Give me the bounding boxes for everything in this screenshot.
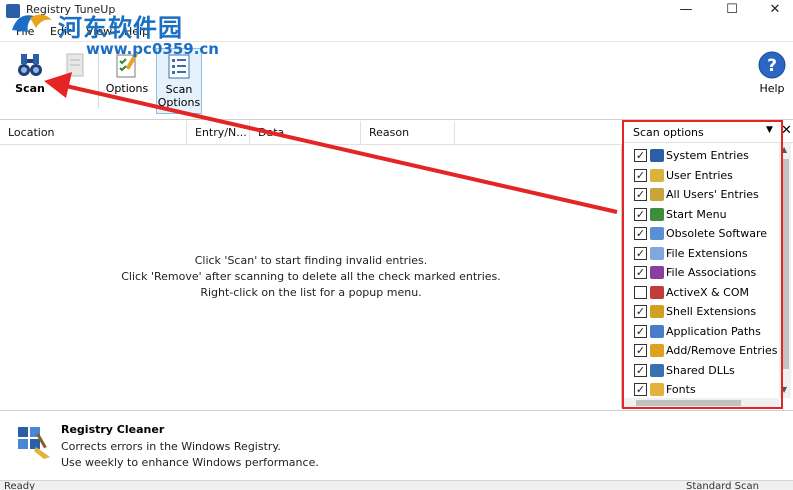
minimize-button[interactable]: — — [663, 0, 709, 22]
scan-option-label: ActiveX & COM — [666, 285, 749, 299]
svg-text:?: ? — [767, 56, 777, 76]
scan-option-label: Shell Extensions — [666, 305, 757, 318]
scan-option-row[interactable]: ✓ File Associations — [634, 264, 784, 282]
scan-option-row[interactable]: ✓ All Users' Entries — [634, 186, 784, 204]
scan-option-label: Application Paths — [666, 324, 761, 338]
hint-line-popup: Right-click on the list for a popup menu… — [200, 286, 422, 299]
scan-option-label: User Entries — [666, 168, 733, 182]
scan-option-label: File Extensions — [666, 246, 748, 260]
start-menu-icon — [650, 207, 664, 221]
scan-option-label: Add/Remove Entries — [666, 344, 778, 357]
scan-option-row[interactable]: ✓ User Entries — [634, 167, 784, 185]
scan-option-row[interactable]: ✓ Obsolete Software — [634, 225, 784, 243]
scan-option-row[interactable]: ✓ Add/Remove Entries — [634, 342, 784, 360]
dropdown-arrow-icon[interactable]: ▼ — [766, 125, 773, 135]
scan-option-checkbox[interactable]: ✓ — [634, 246, 647, 260]
scan-options-panel: Scan options ▼ ✕ ✓ System Entries ✓ User En… — [624, 121, 793, 408]
options-button-label: Options — [105, 82, 149, 95]
scan-option-checkbox[interactable]: ✓ — [634, 207, 647, 221]
scan-option-label: Fonts — [666, 383, 696, 396]
scan-option-row[interactable]: ✓ Application Paths — [634, 323, 784, 341]
column-location[interactable]: Location — [0, 121, 187, 145]
watermark-url: www.pc0359.cn — [86, 40, 219, 58]
scan-option-checkbox[interactable]: ✓ — [634, 266, 647, 279]
description-line-2: Use weekly to enhance Windows performanc… — [61, 456, 319, 469]
scan-option-label: Obsolete Software — [666, 227, 767, 240]
column-entry[interactable]: Entry/N... — [187, 121, 250, 145]
description-line-1: Corrects errors in the Windows Registry. — [61, 440, 281, 453]
fonts-icon — [650, 383, 664, 396]
scan-options-button-label: Scan Options — [157, 83, 201, 109]
results-list[interactable]: Location Entry/N... Data Reason Click 'S… — [0, 121, 622, 408]
scan-option-checkbox[interactable]: ✓ — [634, 363, 647, 377]
system-entries-icon — [650, 149, 664, 162]
scan-button[interactable]: Scan — [8, 48, 52, 114]
scan-option-checkbox[interactable]: ✓ — [634, 188, 647, 201]
add-remove-icon — [650, 344, 664, 357]
scrollbar-thumb[interactable] — [781, 159, 789, 369]
watermark-logo — [12, 14, 52, 32]
scan-option-checkbox[interactable]: ✓ — [634, 344, 647, 357]
scroll-up-icon[interactable]: ▲ — [781, 145, 787, 154]
scan-option-label: Shared DLLs — [666, 363, 735, 377]
scan-option-label: All Users' Entries — [666, 188, 759, 201]
vertical-scrollbar[interactable]: ▲ ▼ — [779, 143, 791, 398]
activex-icon — [650, 285, 664, 299]
hint-line-scan: Click 'Scan' to start finding invalid en… — [194, 254, 428, 267]
panel-close-icon[interactable]: ✕ — [781, 123, 792, 138]
scan-option-label: System Entries — [666, 149, 749, 162]
column-reason[interactable]: Reason — [361, 121, 455, 145]
scan-option-row[interactable]: ✓ File Extensions — [634, 245, 784, 263]
list-header: Location Entry/N... Data Reason — [0, 121, 622, 145]
file-extensions-icon — [650, 246, 664, 260]
registry-cleaner-icon — [18, 427, 50, 459]
scan-option-checkbox[interactable] — [634, 285, 647, 299]
scan-option-label: Start Menu — [666, 207, 727, 221]
scan-mode-status: Standard Scan — [686, 481, 759, 490]
user-entries-icon — [650, 168, 664, 182]
scroll-down-icon[interactable]: ▼ — [781, 385, 787, 394]
scan-option-row[interactable]: ✓ Shell Extensions — [634, 303, 784, 321]
description-title: Registry Cleaner — [61, 423, 165, 436]
application-paths-icon — [650, 324, 664, 338]
watermark-text: 河东软件园 — [58, 14, 183, 42]
shared-dlls-icon — [650, 363, 664, 377]
scan-button-label: Scan — [15, 82, 45, 95]
help-button-label: Help — [759, 82, 785, 95]
scan-options-title: Scan options — [633, 126, 704, 139]
binoculars-icon — [18, 54, 42, 76]
status-text: Ready — [4, 481, 36, 490]
scan-option-row[interactable]: ActiveX & COM — [634, 284, 784, 302]
file-associations-icon — [650, 266, 664, 279]
scan-option-checkbox[interactable]: ✓ — [634, 168, 647, 182]
horizontal-scrollbar[interactable] — [624, 398, 779, 408]
close-button[interactable]: ✕ — [752, 0, 793, 22]
scan-option-checkbox[interactable]: ✓ — [634, 227, 647, 240]
all-users-icon — [650, 188, 664, 201]
maximize-button[interactable]: ☐ — [709, 0, 755, 22]
scan-option-checkbox[interactable]: ✓ — [634, 383, 647, 396]
scan-options-header: Scan options ▼ ✕ — [624, 121, 793, 143]
hint-line-remove: Click 'Remove' after scanning to delete … — [121, 270, 501, 283]
obsolete-software-icon — [650, 227, 664, 240]
status-bar: Ready Standard Scan — [0, 480, 793, 490]
hscrollbar-thumb[interactable] — [636, 400, 741, 406]
scan-option-row[interactable]: ✓ System Entries — [634, 147, 784, 165]
scan-option-checkbox[interactable]: ✓ — [634, 149, 647, 162]
help-button[interactable]: ? Help — [754, 48, 790, 114]
scan-option-label: File Associations — [666, 266, 757, 279]
shell-extensions-icon — [650, 305, 664, 318]
scan-option-row[interactable]: ✓ Shared DLLs — [634, 362, 784, 380]
help-question-icon: ? — [758, 51, 786, 79]
description-panel: Registry Cleaner Corrects errors in the … — [0, 410, 793, 480]
scan-option-row[interactable]: ✓ Start Menu — [634, 206, 784, 224]
scan-option-checkbox[interactable]: ✓ — [634, 324, 647, 338]
scan-option-row[interactable]: ✓ Fonts — [634, 381, 784, 399]
scan-option-checkbox[interactable]: ✓ — [634, 305, 647, 318]
column-data[interactable]: Data — [250, 121, 361, 145]
